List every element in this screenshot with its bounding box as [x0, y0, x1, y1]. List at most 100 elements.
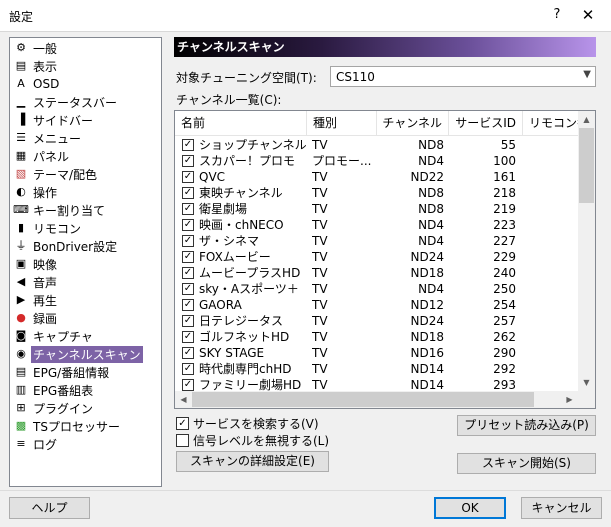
- row-checkbox[interactable]: ✓: [182, 267, 194, 279]
- column-header-service-id[interactable]: サービスID: [449, 111, 523, 135]
- sidebar-item-13[interactable]: ◀ 音声: [11, 273, 161, 291]
- channel-row[interactable]: ✓ GAORA TV ND12 254: [175, 297, 577, 313]
- settings-category-list[interactable]: ⚙ 一般 ▤ 表示 A OSD ▁ ステータスバー ▐ サイドバー ☰ メニュー ▦ パネル ▧ テーマ/配色…: [9, 37, 162, 487]
- channel-name: FOXムービー: [199, 250, 271, 264]
- sidebar-item-3[interactable]: ▁ ステータスバー: [11, 93, 161, 111]
- channel-name: sky・Aスポーツ＋: [199, 282, 299, 296]
- sidebar-item-1[interactable]: ▤ 表示: [11, 57, 161, 75]
- row-checkbox[interactable]: ✓: [182, 331, 194, 343]
- cancel-button[interactable]: キャンセル: [521, 497, 602, 519]
- sidebar-item-22[interactable]: ≡ ログ: [11, 435, 161, 453]
- service-id: 100: [493, 154, 516, 168]
- channel-number: ND4: [418, 234, 444, 248]
- row-checkbox[interactable]: ✓: [182, 203, 194, 215]
- vertical-scroll-thumb[interactable]: [579, 128, 594, 203]
- row-checkbox[interactable]: ✓: [182, 219, 194, 231]
- channel-row[interactable]: ✓ SKY STAGE TV ND16 290: [175, 345, 577, 361]
- channel-type: TV: [312, 346, 328, 360]
- close-button[interactable]: ✕: [578, 6, 598, 24]
- service-id: 219: [493, 202, 516, 216]
- horizontal-scroll-thumb[interactable]: [192, 392, 534, 407]
- channel-name: 日テレジータス: [199, 314, 284, 328]
- sidebar-item-5[interactable]: ☰ メニュー: [11, 129, 161, 147]
- plugin-icon: ⊞: [16, 401, 26, 414]
- channel-list-header: 名前 種別 チャンネル サービスID リモコン番号: [175, 111, 595, 136]
- row-checkbox[interactable]: ✓: [182, 347, 194, 359]
- row-checkbox[interactable]: ✓: [182, 171, 194, 183]
- sidebar-item-19[interactable]: ▥ EPG番組表: [11, 381, 161, 399]
- row-checkbox[interactable]: ✓: [182, 155, 194, 167]
- row-checkbox[interactable]: ✓: [182, 315, 194, 327]
- sidebar-item-label: EPG番組表: [33, 383, 94, 398]
- sidebar-item-2[interactable]: A OSD: [11, 75, 161, 93]
- load-preset-button[interactable]: プリセット読み込み(P): [457, 415, 596, 436]
- service-id: 55: [500, 138, 516, 152]
- row-checkbox[interactable]: ✓: [182, 299, 194, 311]
- sidebar-item-21[interactable]: ▩ TSプロセッサー: [11, 417, 161, 435]
- column-header-channel[interactable]: チャンネル: [377, 111, 449, 135]
- record-icon: ●: [16, 311, 26, 324]
- sidebar-item-7[interactable]: ▧ テーマ/配色: [11, 165, 161, 183]
- channel-row[interactable]: ✓ ザ・シネマ TV ND4 227: [175, 233, 577, 249]
- channel-number: ND24: [410, 314, 445, 328]
- channel-row[interactable]: ✓ 東映チャンネル TV ND8 218: [175, 185, 577, 201]
- sidebar-item-10[interactable]: ▮ リモコン: [11, 219, 161, 237]
- sidebar-item-8[interactable]: ◐ 操作: [11, 183, 161, 201]
- scroll-right-icon[interactable]: ▶: [561, 391, 578, 408]
- channel-list[interactable]: 名前 種別 チャンネル サービスID リモコン番号 ✓ ショップチャンネル TV ND…: [174, 110, 596, 409]
- channel-row[interactable]: ✓ 衛星劇場 TV ND8 219: [175, 201, 577, 217]
- channel-row[interactable]: ✓ 日テレジータス TV ND24 257: [175, 313, 577, 329]
- row-checkbox[interactable]: ✓: [182, 251, 194, 263]
- channel-row[interactable]: ✓ スカパー！プロモ プロモー... ND4 100: [175, 153, 577, 169]
- sidebar-item-16[interactable]: ◙ キャプチャ: [11, 327, 161, 345]
- sidebar-item-6[interactable]: ▦ パネル: [11, 147, 161, 165]
- help-button[interactable]: ヘルプ: [9, 497, 90, 519]
- sidebar-item-18[interactable]: ▤ EPG/番組情報: [11, 363, 161, 381]
- row-checkbox[interactable]: ✓: [182, 283, 194, 295]
- scan-detail-settings-button[interactable]: スキャンの詳細設定(E): [176, 451, 329, 472]
- sidebar-item-20[interactable]: ⊞ プラグイン: [11, 399, 161, 417]
- search-services-checkbox[interactable]: ✓ サービスを検索する(V): [176, 415, 319, 432]
- row-checkbox[interactable]: ✓: [182, 363, 194, 375]
- channel-name: SKY STAGE: [199, 346, 265, 360]
- sidebar-item-15[interactable]: ● 録画: [11, 309, 161, 327]
- channel-row[interactable]: ✓ 時代劇専門chHD TV ND14 292: [175, 361, 577, 377]
- sidebar-item-11[interactable]: ⏚ BonDriver設定: [11, 237, 161, 255]
- title-help-button[interactable]: ?: [547, 6, 567, 24]
- scroll-left-icon[interactable]: ◀: [175, 391, 192, 408]
- column-header-type[interactable]: 種別: [307, 111, 377, 135]
- channel-row[interactable]: ✓ sky・Aスポーツ＋ TV ND4 250: [175, 281, 577, 297]
- channel-row[interactable]: ✓ ゴルフネットHD TV ND18 262: [175, 329, 577, 345]
- scroll-down-icon[interactable]: ▼: [578, 374, 595, 391]
- sidebar-item-label: リモコン: [33, 221, 82, 236]
- row-checkbox[interactable]: ✓: [182, 379, 194, 391]
- channel-row[interactable]: ✓ ショップチャンネル TV ND8 55: [175, 137, 577, 153]
- channel-row[interactable]: ✓ 映画・chNECO TV ND4 223: [175, 217, 577, 233]
- sidebar-item-4[interactable]: ▐ サイドバー: [11, 111, 161, 129]
- channel-row[interactable]: ✓ QVC TV ND22 161: [175, 169, 577, 185]
- row-checkbox[interactable]: ✓: [182, 139, 194, 151]
- sidebar-item-0[interactable]: ⚙ 一般: [11, 39, 161, 57]
- scroll-up-icon[interactable]: ▲: [578, 111, 595, 128]
- sidebar-item-14[interactable]: ▶ 再生: [11, 291, 161, 309]
- column-header-name[interactable]: 名前: [175, 111, 307, 135]
- sidebar-item-12[interactable]: ▣ 映像: [11, 255, 161, 273]
- ignore-signal-level-checkbox[interactable]: 信号レベルを無視する(L): [176, 432, 329, 449]
- channel-row[interactable]: ✓ ムービープラスHD TV ND18 240: [175, 265, 577, 281]
- sidebar-item-17[interactable]: ◉ チャンネルスキャン: [11, 345, 161, 363]
- row-checkbox[interactable]: ✓: [182, 187, 194, 199]
- sidebar-item-9[interactable]: ⌨ キー割り当て: [11, 201, 161, 219]
- tuning-space-select[interactable]: CS110 ▼: [330, 66, 596, 87]
- checkbox-box[interactable]: ✓: [176, 417, 189, 430]
- channel-number: ND8: [418, 138, 444, 152]
- channel-name: 時代劇専門chHD: [199, 362, 292, 376]
- ok-button[interactable]: OK: [434, 497, 506, 519]
- channel-row[interactable]: ✓ FOXムービー TV ND24 229: [175, 249, 577, 265]
- tuning-space-value: CS110: [336, 70, 375, 84]
- row-checkbox[interactable]: ✓: [182, 235, 194, 247]
- start-scan-button[interactable]: スキャン開始(S): [457, 453, 596, 474]
- mouse-icon: ◐: [16, 185, 26, 198]
- vertical-scrollbar[interactable]: ▲ ▼: [578, 111, 595, 391]
- checkbox-box[interactable]: [176, 434, 189, 447]
- horizontal-scrollbar[interactable]: ◀ ▶: [175, 391, 578, 408]
